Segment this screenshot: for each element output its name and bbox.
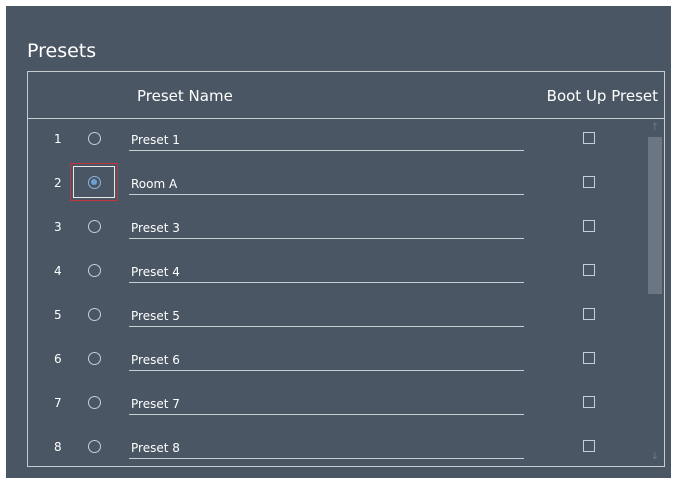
boot-up-preset-checkbox[interactable] [583, 308, 595, 320]
preset-name-input[interactable] [129, 393, 524, 415]
arrow-up-icon[interactable]: ↑ [648, 121, 662, 135]
row-number: 8 [54, 440, 62, 454]
column-header-preset-name: Preset Name [137, 87, 233, 105]
presets-panel: Presets Preset Name Boot Up Preset 1 2 3 [6, 6, 671, 478]
preset-select-radio[interactable] [88, 440, 101, 453]
preset-select-radio[interactable] [88, 176, 101, 189]
preset-name-input[interactable] [129, 261, 524, 283]
row-number: 1 [54, 132, 62, 146]
preset-select-radio[interactable] [88, 264, 101, 277]
preset-select-radio[interactable] [88, 396, 101, 409]
column-header-boot-up-preset: Boot Up Preset [546, 87, 658, 105]
boot-up-preset-checkbox[interactable] [583, 440, 595, 452]
row-number: 2 [54, 176, 62, 190]
row-number: 5 [54, 308, 62, 322]
scrollbar-thumb[interactable] [648, 137, 662, 294]
preset-name-input[interactable] [129, 217, 524, 239]
table-row: 7 [28, 383, 643, 427]
boot-up-preset-checkbox[interactable] [583, 352, 595, 364]
presets-table: Preset Name Boot Up Preset 1 2 3 [27, 71, 665, 467]
table-row: 6 [28, 339, 643, 383]
table-body: 1 2 3 4 [28, 119, 664, 466]
boot-up-preset-checkbox[interactable] [583, 132, 595, 144]
preset-name-input[interactable] [129, 173, 524, 195]
table-row: 8 [28, 427, 643, 471]
table-row: 4 [28, 251, 643, 295]
row-number: 6 [54, 352, 62, 366]
preset-select-radio[interactable] [88, 352, 101, 365]
preset-name-input[interactable] [129, 129, 524, 151]
boot-up-preset-checkbox[interactable] [583, 220, 595, 232]
table-row: 1 [28, 119, 643, 163]
arrow-down-icon[interactable]: ↓ [648, 450, 662, 464]
panel-title: Presets [27, 40, 97, 62]
table-row: 2 [28, 163, 643, 207]
boot-up-preset-checkbox[interactable] [583, 396, 595, 408]
preset-name-input[interactable] [129, 437, 524, 459]
preset-select-radio[interactable] [88, 220, 101, 233]
table-row: 3 [28, 207, 643, 251]
preset-name-input[interactable] [129, 305, 524, 327]
row-number: 7 [54, 396, 62, 410]
row-number: 3 [54, 220, 62, 234]
boot-up-preset-checkbox[interactable] [583, 176, 595, 188]
boot-up-preset-checkbox[interactable] [583, 264, 595, 276]
preset-select-radio[interactable] [88, 308, 101, 321]
vertical-scrollbar[interactable]: ↑ ↓ [648, 121, 662, 464]
preset-name-input[interactable] [129, 349, 524, 371]
preset-select-radio[interactable] [88, 132, 101, 145]
row-number: 4 [54, 264, 62, 278]
table-row: 5 [28, 295, 643, 339]
table-header: Preset Name Boot Up Preset [28, 72, 664, 119]
